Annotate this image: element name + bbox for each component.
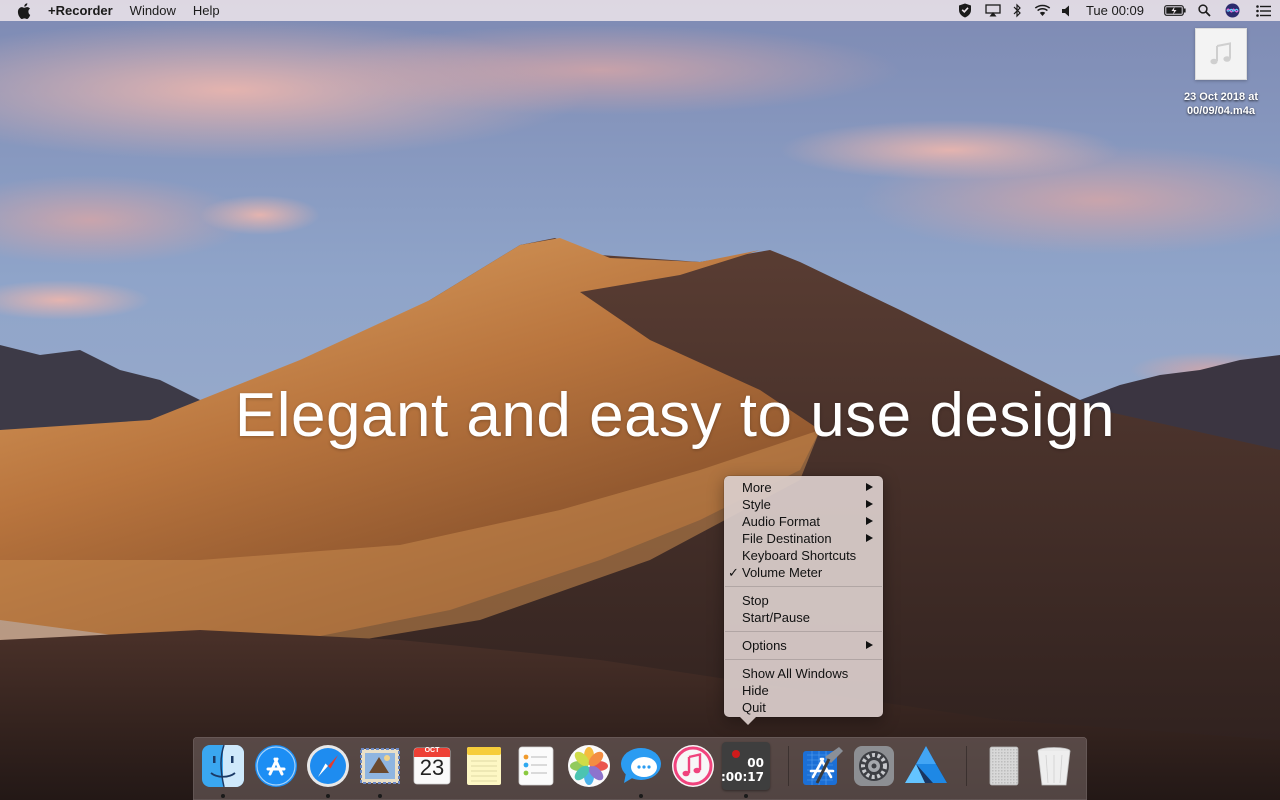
spotlight-search-icon[interactable] — [1190, 0, 1218, 21]
dock-photos-icon[interactable] — [566, 743, 612, 789]
running-indicator — [744, 794, 748, 798]
desktop-audio-file[interactable]: 23 Oct 2018 at 00/09/04.m4a — [1168, 28, 1274, 118]
submenu-arrow-icon — [866, 517, 873, 525]
menu-item-label: Options — [742, 638, 787, 653]
menu-item-audio-format[interactable]: Audio Format — [724, 513, 883, 530]
dock-downloads-stack-icon[interactable] — [980, 743, 1026, 789]
dock-itunes-icon[interactable] — [670, 743, 716, 789]
dock-separator — [788, 746, 789, 786]
menu-item-hide[interactable]: Hide — [724, 682, 883, 699]
menu-separator — [725, 631, 882, 632]
siri-icon[interactable] — [1218, 0, 1246, 21]
running-indicator — [221, 794, 225, 798]
dock-recorder-icon[interactable]: 00 :00:17 — [721, 742, 770, 790]
menu-item-label: More — [742, 480, 772, 495]
menu-item-label: Audio Format — [742, 514, 821, 529]
menu-item-label: Style — [742, 497, 771, 512]
notification-center-icon[interactable] — [1246, 0, 1280, 21]
dock-xcode-icon[interactable] — [799, 743, 845, 789]
menu-item-label: Show All Windows — [742, 666, 849, 681]
dock-notes-icon[interactable] — [461, 743, 507, 789]
music-note-icon — [1195, 28, 1247, 80]
dock-trash-icon[interactable] — [1031, 743, 1077, 789]
menu-separator — [725, 659, 882, 660]
running-indicator — [326, 794, 330, 798]
menu-item-show-all-windows[interactable]: Show All Windows — [724, 665, 883, 682]
menu-bar: +Recorder Window Help Tue 00:09 — [0, 0, 1280, 21]
menu-item-volume-meter[interactable]: ✓ Volume Meter — [724, 564, 883, 581]
menu-app-name[interactable]: +Recorder — [48, 0, 113, 21]
headline: Elegant and easy to use design — [234, 381, 1116, 450]
menu-item-stop[interactable]: Stop — [724, 592, 883, 609]
menu-item-start-pause[interactable]: Start/Pause — [724, 609, 883, 626]
recorder-time-elapsed: :00:17 — [721, 770, 764, 784]
dock-mail-icon[interactable] — [357, 743, 403, 789]
submenu-arrow-icon — [866, 534, 873, 542]
menu-item-label: File Destination — [742, 531, 832, 546]
running-indicator — [639, 794, 643, 798]
record-indicator-icon — [732, 750, 740, 758]
menu-item-style[interactable]: Style — [724, 496, 883, 513]
battery-icon[interactable] — [1160, 0, 1190, 21]
dock-separator — [966, 746, 967, 786]
submenu-arrow-icon — [866, 500, 873, 508]
dock-context-menu: More Style Audio Format File Destination… — [724, 476, 883, 725]
file-name-line-2: 00/09/04.m4a — [1187, 105, 1255, 117]
menu-item-label: Start/Pause — [742, 610, 810, 625]
dock-reminders-icon[interactable] — [513, 743, 559, 789]
menu-item-label: Keyboard Shortcuts — [742, 548, 857, 563]
volume-icon[interactable] — [1056, 0, 1078, 21]
calendar-month: OCT — [424, 747, 440, 754]
calendar-day: 23 — [419, 755, 445, 780]
menu-help[interactable]: Help — [193, 0, 220, 21]
dock-safari-icon[interactable] — [305, 743, 351, 789]
menu-item-label: Hide — [742, 683, 769, 698]
menu-item-options[interactable]: Options — [724, 637, 883, 654]
submenu-arrow-icon — [866, 641, 873, 649]
bluetooth-icon[interactable] — [1006, 0, 1030, 21]
shield-icon[interactable] — [950, 0, 980, 21]
apple-logo-icon[interactable] — [17, 2, 31, 19]
menubar-clock[interactable]: Tue 00:09 — [1086, 0, 1144, 21]
running-indicator — [378, 794, 382, 798]
menu-separator — [725, 586, 882, 587]
file-name-line-1: 23 Oct 2018 at — [1184, 91, 1258, 103]
menu-item-quit[interactable]: Quit — [724, 699, 883, 716]
dock-system-preferences-icon[interactable] — [851, 743, 897, 789]
dock — [193, 737, 1087, 800]
calendar-date: OCT 23 — [409, 746, 455, 792]
airplay-icon[interactable] — [980, 0, 1006, 21]
wifi-icon[interactable] — [1030, 0, 1056, 21]
checkmark-icon: ✓ — [728, 565, 739, 580]
dock-affinity-designer-icon[interactable] — [903, 743, 949, 789]
menu-item-file-destination[interactable]: File Destination — [724, 530, 883, 547]
menu-window[interactable]: Window — [130, 0, 176, 21]
dock-app-store-icon[interactable] — [253, 743, 299, 789]
menu-item-label: Quit — [742, 700, 766, 715]
recorder-time-hours: 00 — [747, 756, 764, 770]
dock-finder-icon[interactable] — [200, 743, 246, 789]
submenu-arrow-icon — [866, 483, 873, 491]
menu-item-keyboard-shortcuts[interactable]: Keyboard Shortcuts — [724, 547, 883, 564]
desktop-file-name: 23 Oct 2018 at 00/09/04.m4a — [1184, 90, 1258, 118]
dock-messages-icon[interactable] — [618, 743, 664, 789]
menu-item-label: Volume Meter — [742, 565, 823, 580]
menu-item-label: Stop — [742, 593, 769, 608]
menu-item-more[interactable]: More — [724, 479, 883, 496]
